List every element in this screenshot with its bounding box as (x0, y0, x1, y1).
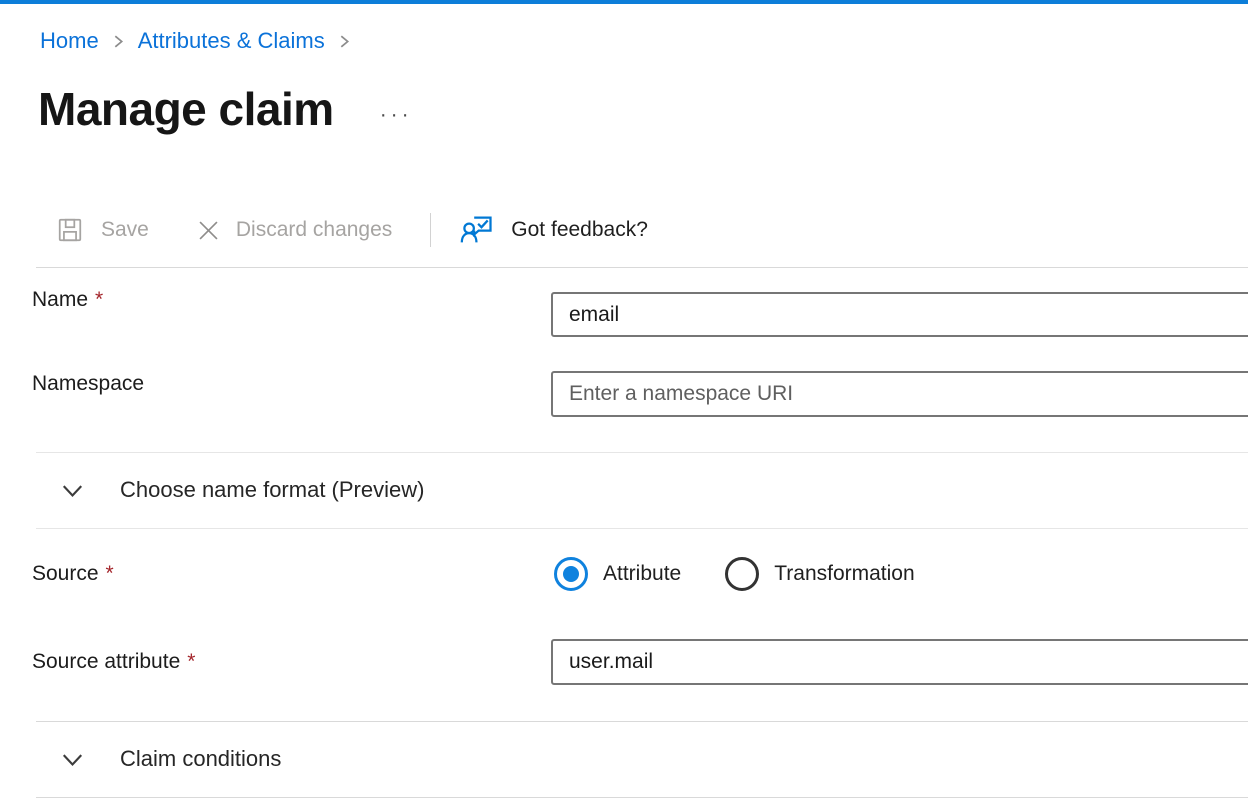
section-label: Choose name format (Preview) (120, 477, 424, 503)
breadcrumb: Home Attributes & Claims (40, 28, 353, 54)
chevron-right-icon (336, 33, 353, 50)
radio-unselected-icon (725, 557, 759, 591)
command-toolbar: Save Discard changes Got feedb (40, 206, 648, 254)
section-divider (36, 452, 1248, 453)
source-attribute-input[interactable] (551, 639, 1248, 685)
chevron-down-icon (60, 478, 85, 503)
radio-selected-icon (554, 557, 588, 591)
source-field-label: Source * (32, 562, 114, 586)
top-accent-bar (0, 0, 1248, 4)
save-button-label: Save (101, 218, 149, 242)
section-claim-conditions[interactable]: Claim conditions (36, 731, 1248, 787)
discard-changes-label: Discard changes (236, 218, 392, 242)
source-attribute-label-text: Source attribute (32, 650, 180, 673)
required-marker: * (187, 650, 195, 673)
section-divider (36, 528, 1248, 529)
namespace-label-text: Namespace (32, 372, 144, 395)
radio-option-transformation[interactable]: Transformation (725, 557, 914, 591)
radio-label: Transformation (774, 562, 914, 586)
page-title: Manage claim (38, 82, 334, 136)
chevron-down-icon (60, 747, 85, 772)
required-marker: * (106, 562, 114, 585)
got-feedback-label: Got feedback? (511, 218, 648, 242)
toolbar-divider (36, 267, 1248, 268)
source-radio-group: Attribute Transformation (554, 557, 915, 591)
toolbar-separator (430, 213, 431, 247)
name-input[interactable] (551, 292, 1248, 337)
save-button[interactable]: Save (56, 216, 149, 244)
person-speech-bubble-check-icon (459, 212, 495, 248)
radio-label: Attribute (603, 562, 681, 586)
breadcrumb-link-attributes-claims[interactable]: Attributes & Claims (138, 28, 325, 54)
radio-option-attribute[interactable]: Attribute (554, 557, 681, 591)
section-divider (36, 721, 1248, 722)
floppy-disk-icon (56, 216, 84, 244)
source-label-text: Source (32, 562, 99, 585)
namespace-input[interactable] (551, 371, 1248, 417)
source-attribute-field-label: Source attribute * (32, 650, 195, 674)
name-label-text: Name (32, 288, 88, 311)
got-feedback-button[interactable]: Got feedback? (459, 212, 648, 248)
discard-changes-button[interactable]: Discard changes (195, 217, 392, 244)
title-row: Manage claim ··· (38, 82, 413, 136)
chevron-right-icon (110, 33, 127, 50)
section-choose-name-format[interactable]: Choose name format (Preview) (36, 462, 1248, 518)
namespace-field-label: Namespace (32, 372, 144, 396)
required-marker: * (95, 288, 103, 311)
breadcrumb-link-home[interactable]: Home (40, 28, 99, 54)
ellipsis-menu-icon[interactable]: ··· (380, 104, 413, 125)
section-label: Claim conditions (120, 746, 281, 772)
manage-claim-page: Home Attributes & Claims Manage claim ··… (0, 0, 1248, 805)
name-field-label: Name * (32, 288, 103, 312)
x-cross-icon (195, 217, 222, 244)
section-divider (36, 797, 1248, 798)
